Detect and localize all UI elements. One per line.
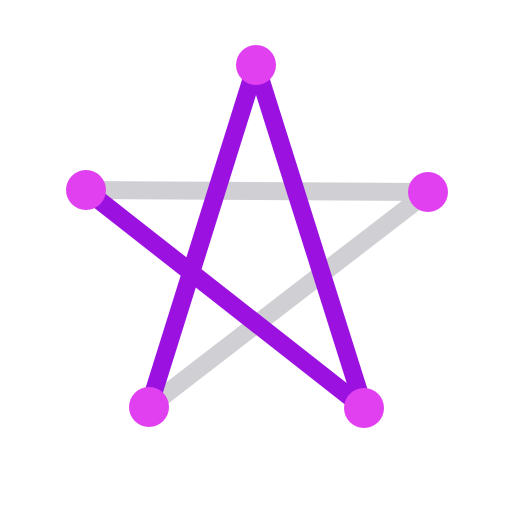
edge-left-right-undrawn[interactable] bbox=[77, 181, 437, 201]
node-left[interactable] bbox=[66, 170, 106, 210]
node-bottom-left[interactable] bbox=[129, 387, 169, 427]
puzzle-board[interactable] bbox=[0, 0, 512, 512]
node-right[interactable] bbox=[408, 172, 448, 212]
node-top[interactable] bbox=[236, 45, 276, 85]
node-bottom-right[interactable] bbox=[344, 388, 384, 428]
